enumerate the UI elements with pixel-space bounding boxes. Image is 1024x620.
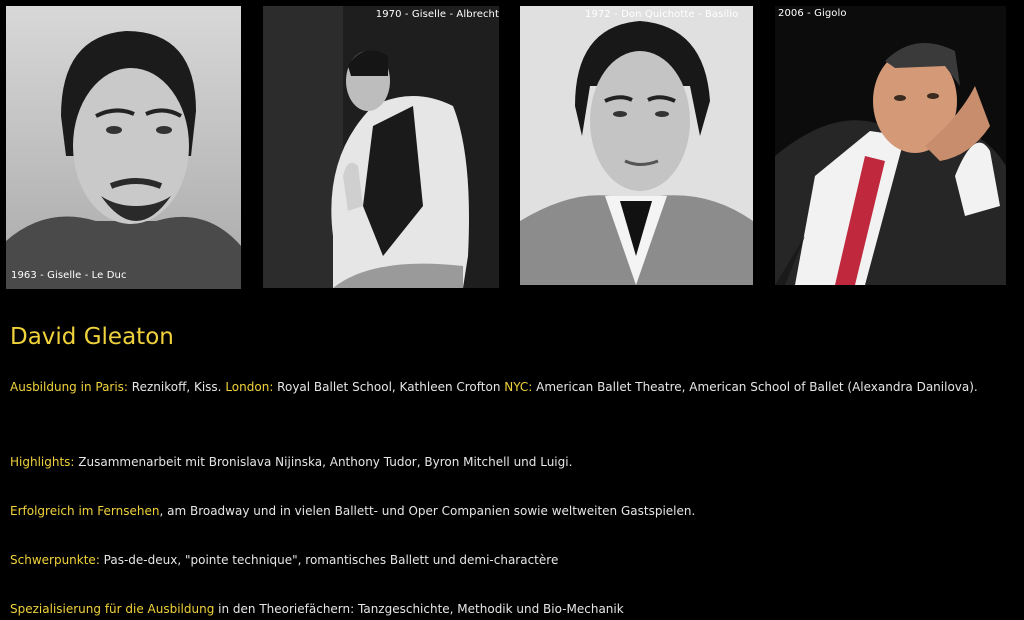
photo-caption: 1970 - Giselle - Albrecht bbox=[375, 9, 499, 20]
label-spezialisierung: Spezialisierung für die Ausbildung bbox=[10, 602, 215, 616]
label-ausbildung-paris: Ausbildung in Paris: bbox=[10, 380, 128, 394]
text-london: Royal Ballet School, Kathleen Crofton bbox=[273, 380, 505, 394]
photo-caption: 2006 - Gigolo bbox=[778, 8, 847, 19]
paragraph-schwerpunkte: Schwerpunkte: Pas-de-deux, "pointe techn… bbox=[10, 542, 1000, 579]
text-nyc: American Ballet Theatre, American School… bbox=[532, 380, 978, 394]
paragraph-ausbildung: Ausbildung in Paris: Reznikoff, Kiss. Lo… bbox=[10, 369, 1000, 406]
label-london: London: bbox=[225, 380, 274, 394]
paragraph-spezialisierung: Spezialisierung für die Ausbildung in de… bbox=[10, 591, 1000, 620]
label-erfolg: Erfolgreich im Fernsehen bbox=[10, 504, 160, 518]
text-highlights: Zusammenarbeit mit Bronislava Nijinska, … bbox=[74, 455, 573, 469]
paragraph-highlights: Highlights: Zusammenarbeit mit Bronislav… bbox=[10, 444, 1000, 481]
portrait-image bbox=[6, 6, 241, 289]
text-schwerpunkte: Pas-de-deux, "pointe technique", romanti… bbox=[99, 553, 559, 567]
portrait-image bbox=[263, 6, 499, 288]
photo-gigolo: 2006 - Gigolo bbox=[775, 6, 1006, 285]
photo-giselle-albrecht: 1970 - Giselle - Albrecht bbox=[263, 6, 499, 288]
label-highlights: Highlights: bbox=[10, 455, 75, 469]
portrait-image bbox=[775, 6, 1006, 285]
text-ausbildung-paris: Reznikoff, Kiss. bbox=[127, 380, 226, 394]
page-title: David Gleaton bbox=[10, 324, 174, 350]
portrait-image bbox=[520, 6, 753, 285]
text-erfolg: , am Broadway und in vielen Ballett- und… bbox=[159, 504, 696, 518]
photo-giselle-le-duc: 1963 - Giselle - Le Duc bbox=[6, 6, 241, 289]
label-schwerpunkte: Schwerpunkte: bbox=[10, 553, 100, 567]
photo-don-quichotte-basilio: 1972 - Don Quichotte - Basilio bbox=[520, 6, 753, 285]
photo-caption: 1963 - Giselle - Le Duc bbox=[11, 270, 127, 281]
label-nyc: NYC: bbox=[504, 380, 533, 394]
text-spezialisierung: in den Theoriefächern: Tanzgeschichte, M… bbox=[214, 602, 624, 616]
paragraph-erfolg: Erfolgreich im Fernsehen, am Broadway un… bbox=[10, 493, 1000, 530]
photo-caption: 1972 - Don Quichotte - Basilio bbox=[585, 9, 739, 20]
